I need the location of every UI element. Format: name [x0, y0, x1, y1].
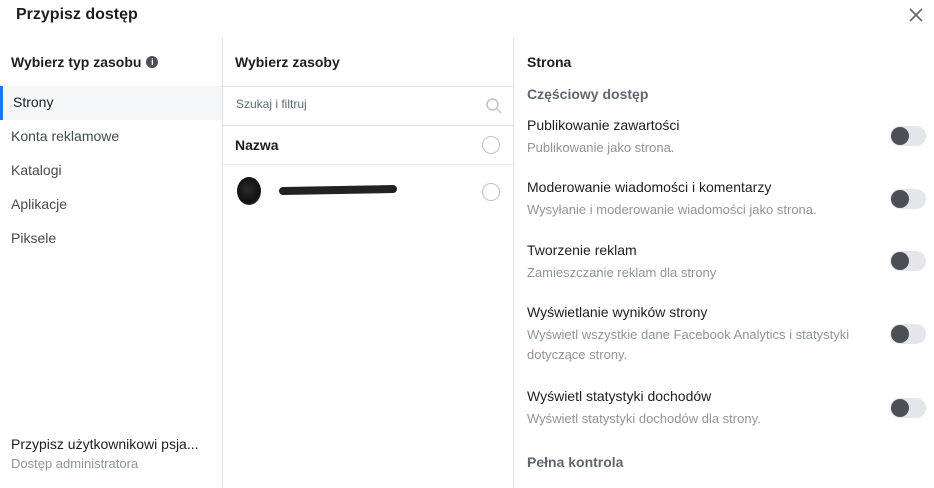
resources-column: Wybierz zasoby Nazwa [223, 38, 514, 488]
permission-create-ads: Tworzenie reklam Zamieszczanie reklam dl… [527, 241, 927, 283]
permission-description: Publikowanie jako strona. [527, 140, 675, 155]
permission-name: Publikowanie zawartości [527, 117, 680, 133]
toggle-view-revenue-stats[interactable] [890, 398, 926, 418]
access-level-label: Dostęp administratora [11, 456, 139, 471]
toggle-moderate-messages[interactable] [890, 189, 926, 209]
resource-type-catalogs[interactable]: Katalogi [0, 154, 222, 188]
list-item[interactable] [223, 165, 513, 215]
permission-description: Zamieszczanie reklam dla strony [527, 265, 717, 280]
permission-description: Wyświetl statystyki dochodów dla strony. [527, 411, 761, 426]
permission-name: Moderowanie wiadomości i komentarzy [527, 179, 772, 195]
select-all-radio[interactable] [482, 136, 500, 154]
dialog-title: Przypisz dostęp [16, 6, 138, 23]
search-input[interactable] [234, 96, 468, 112]
resource-type-list: Strony Konta reklamowe Katalogi Aplikacj… [0, 86, 222, 256]
avatar [237, 177, 261, 205]
permission-moderate-messages: Moderowanie wiadomości i komentarzy Wysy… [527, 178, 927, 220]
toggle-create-ads[interactable] [890, 251, 926, 271]
permission-name: Tworzenie reklam [527, 242, 637, 258]
resource-type-pixels[interactable]: Piksele [0, 222, 222, 256]
resource-type-apps[interactable]: Aplikacje [0, 188, 222, 222]
search-bar [223, 86, 513, 126]
dialog-header: Przypisz dostęp [0, 0, 934, 38]
partial-access-title: Częściowy dostęp [527, 86, 649, 102]
close-icon[interactable] [905, 4, 927, 26]
redacted-resource-name [278, 184, 398, 196]
name-header-row: Nazwa [223, 127, 513, 165]
permission-name: Wyświetlanie wyników strony [527, 304, 708, 320]
full-control-title: Pełna kontrola [527, 454, 624, 470]
name-column-header: Nazwa [235, 137, 279, 153]
permission-view-page-results: Wyświetlanie wyników strony Wyświetl wsz… [527, 303, 927, 365]
search-icon[interactable] [485, 97, 503, 115]
permission-publish-content: Publikowanie zawartości Publikowanie jak… [527, 116, 927, 158]
resource-type-ad-accounts[interactable]: Konta reklamowe [0, 120, 222, 154]
resource-type-column: Wybierz typ zasobu i Strony Konta reklam… [0, 38, 223, 488]
permissions-section-title: Strona [527, 54, 572, 70]
permission-description: Wyświetl wszystkie dane Facebook Analyti… [527, 327, 850, 362]
permission-name: Wyświetl statystyki dochodów [527, 388, 712, 404]
toggle-knob [891, 252, 909, 270]
resources-heading: Wybierz zasoby [235, 54, 340, 70]
toggle-publish-content[interactable] [890, 126, 926, 146]
resource-type-heading-text: Wybierz typ zasobu [11, 54, 142, 70]
toggle-view-page-results[interactable] [890, 324, 926, 344]
toggle-knob [891, 325, 909, 343]
permissions-column: Strona Częściowy dostęp Publikowanie zaw… [514, 38, 934, 488]
toggle-knob [891, 399, 909, 417]
resource-select-radio[interactable] [482, 183, 500, 201]
assigned-user-summary: Przypisz użytkownikowi psja... Dostęp ad… [11, 436, 199, 471]
resource-type-heading: Wybierz typ zasobu i [11, 54, 159, 70]
toggle-knob [891, 190, 909, 208]
permission-description: Wysyłanie i moderowanie wiadomości jako … [527, 202, 817, 217]
permission-view-revenue-stats: Wyświetl statystyki dochodów Wyświetl st… [527, 387, 927, 429]
resource-type-pages[interactable]: Strony [0, 86, 222, 120]
toggle-knob [891, 127, 909, 145]
info-icon[interactable]: i [146, 56, 159, 68]
assigned-user-label: Przypisz użytkownikowi psja... [11, 436, 199, 452]
